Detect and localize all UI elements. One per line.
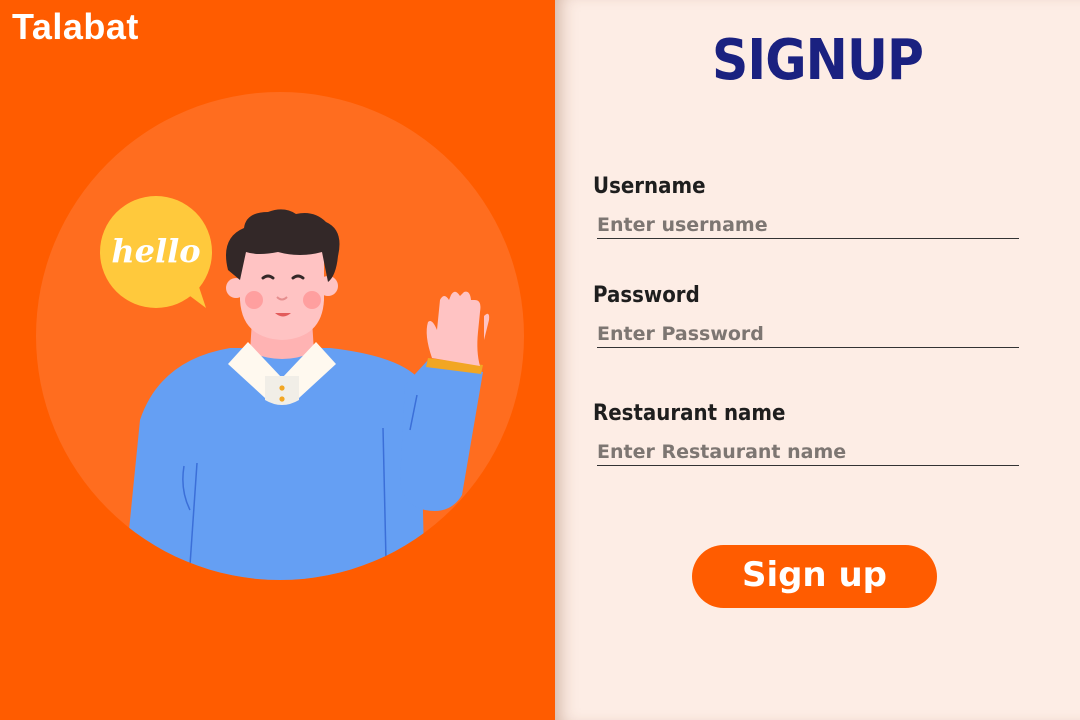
password-label: Password [593, 283, 700, 308]
waving-person-illustration: hello [36, 92, 524, 580]
username-input[interactable] [597, 212, 1019, 239]
illustration-panel: Talabat hello [0, 0, 555, 720]
signup-panel: SIGNUP Username Password Restaurant name… [555, 0, 1080, 720]
speech-bubble-text: hello [111, 232, 200, 270]
page-title: SIGNUP [711, 28, 924, 93]
restaurant-name-label: Restaurant name [593, 401, 786, 426]
hello-speech-bubble: hello [100, 196, 212, 308]
username-label: Username [593, 174, 706, 199]
password-input[interactable] [597, 321, 1019, 348]
signup-button[interactable]: Sign up [692, 545, 937, 608]
restaurant-name-input[interactable] [597, 439, 1019, 466]
